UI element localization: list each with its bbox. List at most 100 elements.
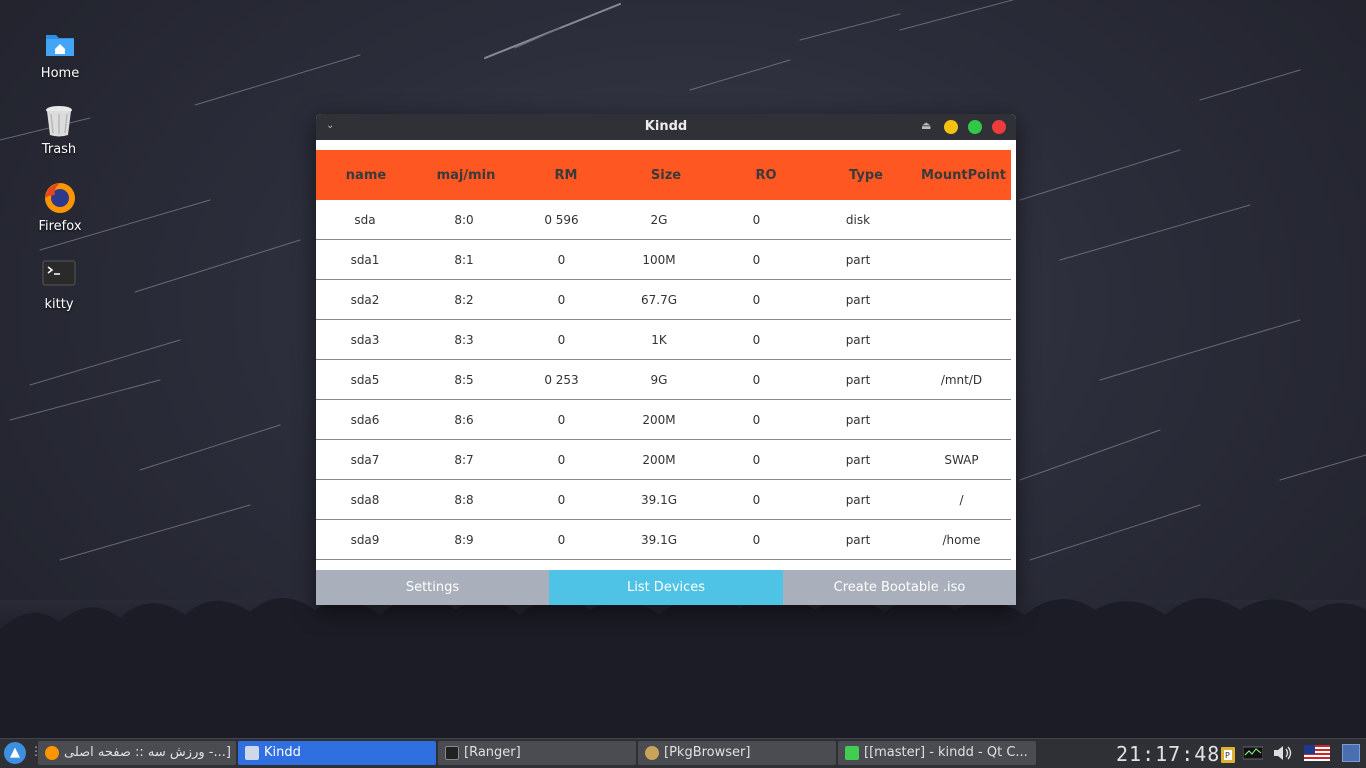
cell-ro: 0: [752, 372, 761, 387]
settings-button[interactable]: Settings: [316, 570, 549, 605]
task-pkgbrowser[interactable]: [PkgBrowser]: [638, 741, 836, 765]
desktop-icon-label: Home: [40, 66, 80, 81]
system-monitor-icon[interactable]: [1242, 745, 1264, 761]
window-title: Kindd: [644, 119, 688, 134]
cell-rm: 0: [557, 412, 566, 427]
table-row[interactable]: sda 8:0 0 596 2G 0 disk: [316, 200, 1011, 240]
cell-ro: 0: [752, 412, 761, 427]
task-label: Kindd: [264, 745, 301, 760]
column-header-rm[interactable]: RM: [516, 168, 616, 183]
devices-table: name maj/min RM Size RO Type MountPoint …: [316, 150, 1011, 560]
cell-size: 39.1G: [640, 532, 678, 547]
table-row[interactable]: sda1 8:1 0 100M 0 part: [316, 240, 1011, 280]
column-header-size[interactable]: Size: [616, 168, 716, 183]
table-row[interactable]: sda5 8:5 0 253 9G 0 part/mnt/D: [316, 360, 1011, 400]
cell-type: part: [845, 412, 871, 427]
us-flag-icon[interactable]: [1304, 745, 1330, 761]
table-row[interactable]: sda6 8:6 0 200M 0 part: [316, 400, 1011, 440]
cell-ro: 0: [752, 292, 761, 307]
task-qt-creator[interactable]: [[master] - kindd - Qt C...: [838, 741, 1036, 765]
table-row[interactable]: sda8 8:8 0 39.1G 0 part /: [316, 480, 1011, 520]
table-row[interactable]: sda9 8:9 0 39.1G 0 part/home: [316, 520, 1011, 560]
taskbar: ▲ ⋮ ورزش سه :: صفحه اصلی -...] Kindd [Ra…: [0, 738, 1366, 768]
task-firefox[interactable]: ورزش سه :: صفحه اصلی -...]: [38, 741, 236, 765]
table-row[interactable]: sda3 8:3 0 1K 0 part: [316, 320, 1011, 360]
cell-ro: 0: [752, 332, 761, 347]
column-header-ro[interactable]: RO: [716, 168, 816, 183]
svg-text:P: P: [1225, 751, 1230, 760]
terminal-icon: [445, 746, 459, 760]
kindd-window: ⌄ Kindd ⏏ name maj/min RM Size RO Type M…: [316, 114, 1016, 605]
home-folder-icon: [43, 28, 77, 62]
cell-ro: 0: [752, 252, 761, 267]
terminal-icon: [42, 259, 76, 293]
column-header-type[interactable]: Type: [816, 168, 916, 183]
cell-size: 100M: [642, 252, 676, 267]
cell-maj-min: 8:7: [454, 452, 474, 467]
cell-name: sda1: [350, 252, 380, 267]
cell-ro: 0: [752, 452, 761, 467]
cell-ro: 0: [752, 532, 761, 547]
volume-icon[interactable]: [1272, 745, 1292, 761]
cell-maj-min: 8:0: [454, 212, 474, 227]
cell-type: disk: [845, 212, 871, 227]
table-body: sda 8:0 0 596 2G 0 disk sda1 8:1 0 100M 0 part sda2 8…: [316, 200, 1011, 560]
package-search-icon: [645, 746, 659, 760]
create-bootable-iso-button[interactable]: Create Bootable .iso: [783, 570, 1016, 605]
column-header-maj-min[interactable]: maj/min: [416, 168, 516, 183]
cell-size: 39.1G: [640, 492, 678, 507]
cell-mountpoint: /mnt/D: [940, 372, 983, 387]
cell-maj-min: 8:5: [454, 372, 474, 387]
task-label: [PkgBrowser]: [664, 745, 751, 760]
list-devices-button[interactable]: List Devices: [549, 570, 783, 605]
cell-size: 200M: [642, 452, 676, 467]
desktop-icon-label: kitty: [44, 297, 74, 312]
show-desktop-icon[interactable]: [1342, 744, 1360, 762]
window-icon: [245, 746, 259, 760]
cell-mountpoint: /: [959, 492, 964, 507]
desktop-icon-label: Trash: [41, 142, 77, 157]
task-label: [[master] - kindd - Qt C...: [864, 745, 1028, 760]
cell-type: part: [845, 252, 871, 267]
maximize-button[interactable]: [968, 120, 982, 134]
bottom-button-bar: Settings List Devices Create Bootable .i…: [316, 570, 1016, 605]
cell-maj-min: 8:3: [454, 332, 474, 347]
desktop-icon-firefox[interactable]: Firefox: [20, 181, 100, 234]
trash-icon: [42, 104, 76, 138]
cell-rm: 0: [557, 292, 566, 307]
cell-size: 67.7G: [640, 292, 678, 307]
cell-name: sda6: [350, 412, 380, 427]
forest-silhouette-background: [0, 594, 1366, 740]
task-kindd[interactable]: Kindd: [238, 741, 436, 765]
cell-size: 200M: [642, 412, 676, 427]
table-row[interactable]: sda7 8:7 0 200M 0 part SWAP: [316, 440, 1011, 480]
table-row[interactable]: sda2 8:2 0 67.7G 0 part: [316, 280, 1011, 320]
cell-rm: 0 596: [544, 212, 579, 227]
start-menu-button[interactable]: ▲: [4, 742, 26, 764]
clock[interactable]: 21:17:48: [1116, 742, 1220, 766]
cell-mountpoint: SWAP: [944, 452, 979, 467]
firefox-icon: [43, 181, 77, 215]
window-shade-icon[interactable]: ⏏: [921, 119, 931, 132]
cell-maj-min: 8:6: [454, 412, 474, 427]
task-ranger[interactable]: [Ranger]: [438, 741, 636, 765]
desktop-icon-trash[interactable]: Trash: [19, 104, 99, 157]
column-header-name[interactable]: name: [316, 168, 416, 183]
close-button[interactable]: [992, 120, 1006, 134]
cell-type: part: [845, 292, 871, 307]
cell-rm: 0: [557, 252, 566, 267]
minimize-button[interactable]: [944, 120, 958, 134]
desktop-icon-home[interactable]: Home: [20, 28, 100, 81]
cell-rm: 0: [557, 532, 566, 547]
cell-name: sda2: [350, 292, 380, 307]
desktop-icon-kitty[interactable]: kitty: [19, 259, 99, 312]
cell-type: part: [845, 332, 871, 347]
cell-size: 1K: [651, 332, 667, 347]
cell-size: 9G: [650, 372, 668, 387]
window-titlebar[interactable]: ⌄ Kindd ⏏: [316, 114, 1016, 140]
cell-rm: 0 253: [544, 372, 579, 387]
column-header-mountpoint[interactable]: MountPoint: [916, 168, 1011, 183]
cell-name: sda5: [350, 372, 380, 387]
clipboard-icon[interactable]: P: [1220, 745, 1238, 763]
cell-maj-min: 8:8: [454, 492, 474, 507]
